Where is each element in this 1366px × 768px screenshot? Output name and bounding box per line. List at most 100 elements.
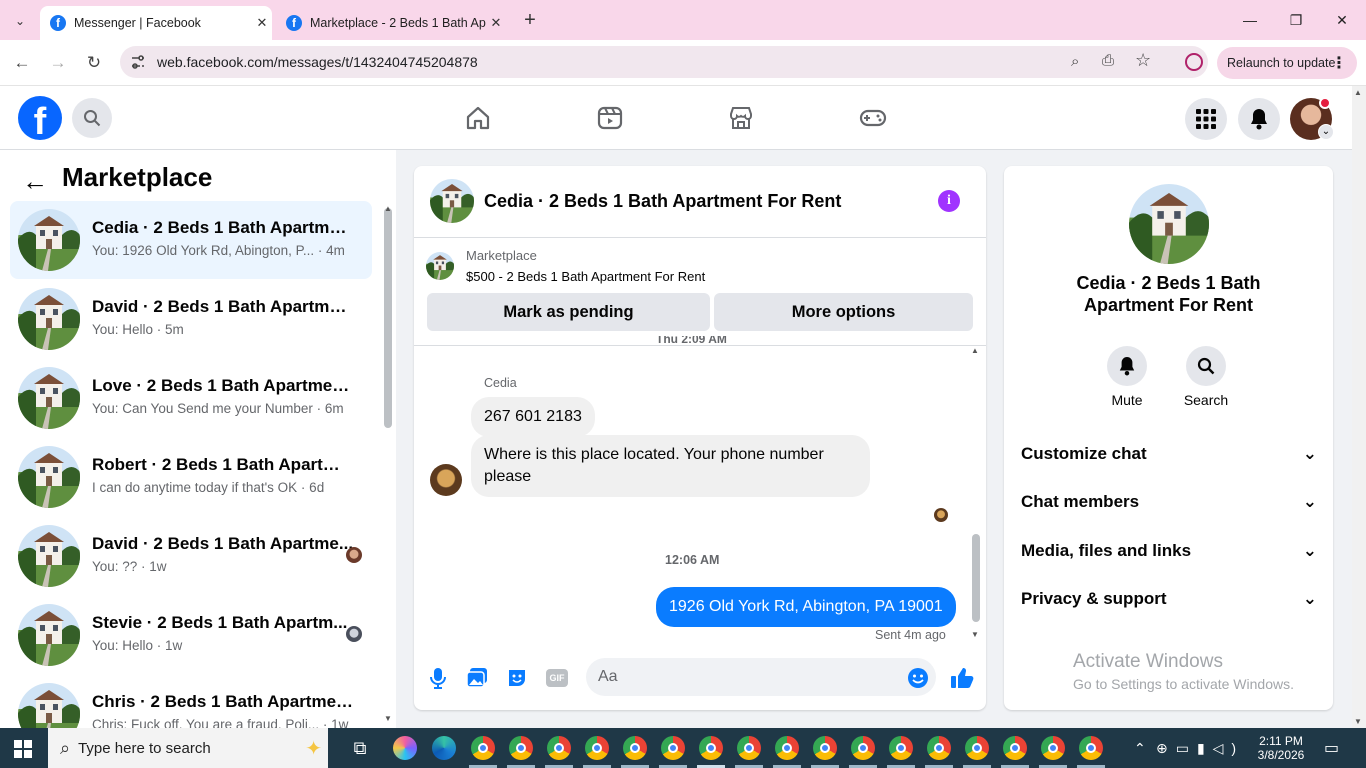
tab-marketplace[interactable]: f Marketplace - 2 Beds 1 Bath Ap ✕ xyxy=(276,6,506,40)
conversation-item[interactable]: Chris · 2 Beds 1 Bath Apartment ... Chris… xyxy=(10,675,372,728)
tab-search-button[interactable]: ⌄ xyxy=(8,9,32,33)
emoji-icon[interactable] xyxy=(905,665,931,691)
menu-grid-button[interactable] xyxy=(1185,98,1227,140)
chrome-icon[interactable] xyxy=(509,736,533,760)
chrome-icon[interactable] xyxy=(927,736,951,760)
task-view-icon[interactable]: ⧉ xyxy=(348,736,372,760)
listing-avatar[interactable] xyxy=(1129,184,1209,264)
restore-icon[interactable]: ❐ xyxy=(1284,8,1308,32)
listing-title[interactable]: $500 - 2 Beds 1 Bath Apartment For Rent xyxy=(466,269,705,284)
minimize-icon[interactable]: — xyxy=(1238,8,1262,32)
tab-messenger[interactable]: f Messenger | Facebook ✕ xyxy=(40,6,272,40)
chrome-icon[interactable] xyxy=(851,736,875,760)
incoming-message[interactable]: 267 601 2183 xyxy=(471,397,595,437)
chat-avatar[interactable] xyxy=(430,179,474,223)
forward-icon[interactable]: → xyxy=(46,51,70,75)
outgoing-message[interactable]: 1926 Old York Rd, Abington, PA 19001 xyxy=(656,587,956,627)
gif-icon[interactable]: GIF xyxy=(544,665,570,691)
start-windows-icon[interactable] xyxy=(14,740,32,758)
chrome-icon[interactable] xyxy=(889,736,913,760)
notification-center-icon[interactable]: ▭ xyxy=(1324,728,1339,768)
page-scrollbar[interactable]: ▲ ▼ xyxy=(1352,86,1366,728)
close-tab-icon[interactable]: ✕ xyxy=(252,15,272,31)
scroll-down-arrow[interactable]: ▼ xyxy=(384,714,392,723)
profile-icon[interactable] xyxy=(1185,53,1203,71)
chrome-icon[interactable] xyxy=(585,736,609,760)
account-chevron-icon[interactable]: ⌄ xyxy=(1318,124,1334,140)
system-tray-icons[interactable]: ⊕▭▮◁) xyxy=(1156,728,1244,768)
address-bar[interactable]: web.facebook.com/messages/t/143240474520… xyxy=(120,46,1208,78)
conversation-item[interactable]: Love · 2 Beds 1 Bath Apartment ... You: C… xyxy=(10,359,372,437)
chrome-icon[interactable] xyxy=(965,736,989,760)
chrome-icon[interactable] xyxy=(471,736,495,760)
new-tab-button[interactable]: + xyxy=(518,8,542,32)
search-in-chat-button[interactable] xyxy=(1186,346,1226,386)
show-hidden-icons[interactable]: ⌃ xyxy=(1134,728,1146,768)
chat-header: Cedia · 2 Beds 1 Bath Apartment For Rent… xyxy=(414,166,986,238)
edge-icon[interactable] xyxy=(432,736,456,760)
conversation-item[interactable]: Cedia · 2 Beds 1 Bath Apartment ... You: … xyxy=(10,201,372,279)
relaunch-to-update-button[interactable]: Relaunch to update ⋮ xyxy=(1217,47,1357,79)
notifications-button[interactable] xyxy=(1238,98,1280,140)
chrome-icon[interactable] xyxy=(1003,736,1027,760)
chrome-icon[interactable] xyxy=(1041,736,1065,760)
chrome-icon[interactable] xyxy=(775,736,799,760)
scroll-down-arrow[interactable]: ▼ xyxy=(971,630,979,639)
sender-avatar[interactable] xyxy=(430,464,462,496)
install-app-icon[interactable]: ⎙ xyxy=(1102,52,1114,69)
scroll-up-arrow[interactable]: ▲ xyxy=(384,204,392,213)
photo-icon[interactable] xyxy=(464,665,490,691)
scroll-up-arrow[interactable]: ▲ xyxy=(971,346,979,355)
microphone-icon[interactable] xyxy=(425,665,451,691)
mark-as-pending-button[interactable]: Mark as pending xyxy=(427,293,710,331)
conversation-item[interactable]: David · 2 Beds 1 Bath Apartme... You: ?? … xyxy=(10,517,372,595)
back-arrow-icon[interactable]: ← xyxy=(22,166,48,197)
incoming-message[interactable]: Where is this place located. Your phone … xyxy=(471,435,870,497)
message-input[interactable]: Aa xyxy=(586,658,936,696)
close-window-icon[interactable]: ✕ xyxy=(1330,8,1354,32)
conversation-item[interactable]: David · 2 Beds 1 Bath Apartment... You: H… xyxy=(10,280,372,358)
copilot-icon[interactable] xyxy=(393,736,417,760)
home-icon[interactable] xyxy=(462,102,494,134)
chat-members-section[interactable]: Chat members ⌄ xyxy=(1021,492,1317,512)
info-icon[interactable]: i xyxy=(938,190,960,212)
chrome-icon[interactable] xyxy=(547,736,571,760)
sticker-icon[interactable] xyxy=(504,665,530,691)
marketplace-icon[interactable] xyxy=(725,102,757,134)
chrome-icon[interactable] xyxy=(813,736,837,760)
video-icon[interactable] xyxy=(594,102,626,134)
conversation-avatar xyxy=(18,288,80,350)
chat-title[interactable]: Cedia · 2 Beds 1 Bath Apartment For Rent xyxy=(484,191,841,212)
chrome-icon[interactable] xyxy=(623,736,647,760)
chrome-icon[interactable] xyxy=(1079,736,1103,760)
gaming-icon[interactable] xyxy=(857,102,889,134)
chrome-icon[interactable] xyxy=(699,736,723,760)
search-button[interactable] xyxy=(72,98,112,138)
back-icon[interactable]: ← xyxy=(10,51,34,75)
conversation-list-scrollbar[interactable] xyxy=(384,208,392,428)
conversation-item[interactable]: Stevie · 2 Beds 1 Bath Apartm... You: Hel… xyxy=(10,596,372,674)
listing-thumbnail[interactable] xyxy=(426,252,454,280)
close-tab-icon[interactable]: ✕ xyxy=(486,15,506,31)
chrome-icon[interactable] xyxy=(737,736,761,760)
site-info-icon[interactable] xyxy=(130,54,146,70)
facebook-logo-icon[interactable]: f xyxy=(18,96,62,140)
chrome-icon[interactable] xyxy=(661,736,685,760)
customize-chat-section[interactable]: Customize chat ⌄ xyxy=(1021,444,1317,464)
relaunch-label: Relaunch to update xyxy=(1227,56,1336,70)
conversation-snippet: Chris: Fuck off. You are a fraud. Poli..… xyxy=(92,717,349,728)
conversation-item[interactable]: Robert · 2 Beds 1 Bath Apartmen... I can … xyxy=(10,438,372,516)
media-files-links-section[interactable]: Media, files and links ⌄ xyxy=(1021,541,1317,561)
thumbs-up-icon[interactable] xyxy=(949,665,975,691)
privacy-support-section[interactable]: Privacy & support ⌄ xyxy=(1021,589,1317,609)
reload-icon[interactable]: ↻ xyxy=(82,51,106,75)
taskbar-search-box[interactable]: ⌕ Type here to search ✦ xyxy=(48,728,328,768)
mute-button[interactable] xyxy=(1107,346,1147,386)
clock[interactable]: 2:11 PM 3/8/2026 xyxy=(1258,728,1305,768)
conversation-snippet: You: 1926 Old York Rd, Abington, P... · … xyxy=(92,243,345,258)
thread-scrollbar[interactable] xyxy=(972,534,980,622)
clock-time: 2:11 PM xyxy=(1259,734,1303,748)
bookmark-star-icon[interactable]: ☆ xyxy=(1135,50,1151,71)
more-options-button[interactable]: More options xyxy=(714,293,973,331)
zoom-icon[interactable]: ⌕ xyxy=(1071,53,1079,70)
